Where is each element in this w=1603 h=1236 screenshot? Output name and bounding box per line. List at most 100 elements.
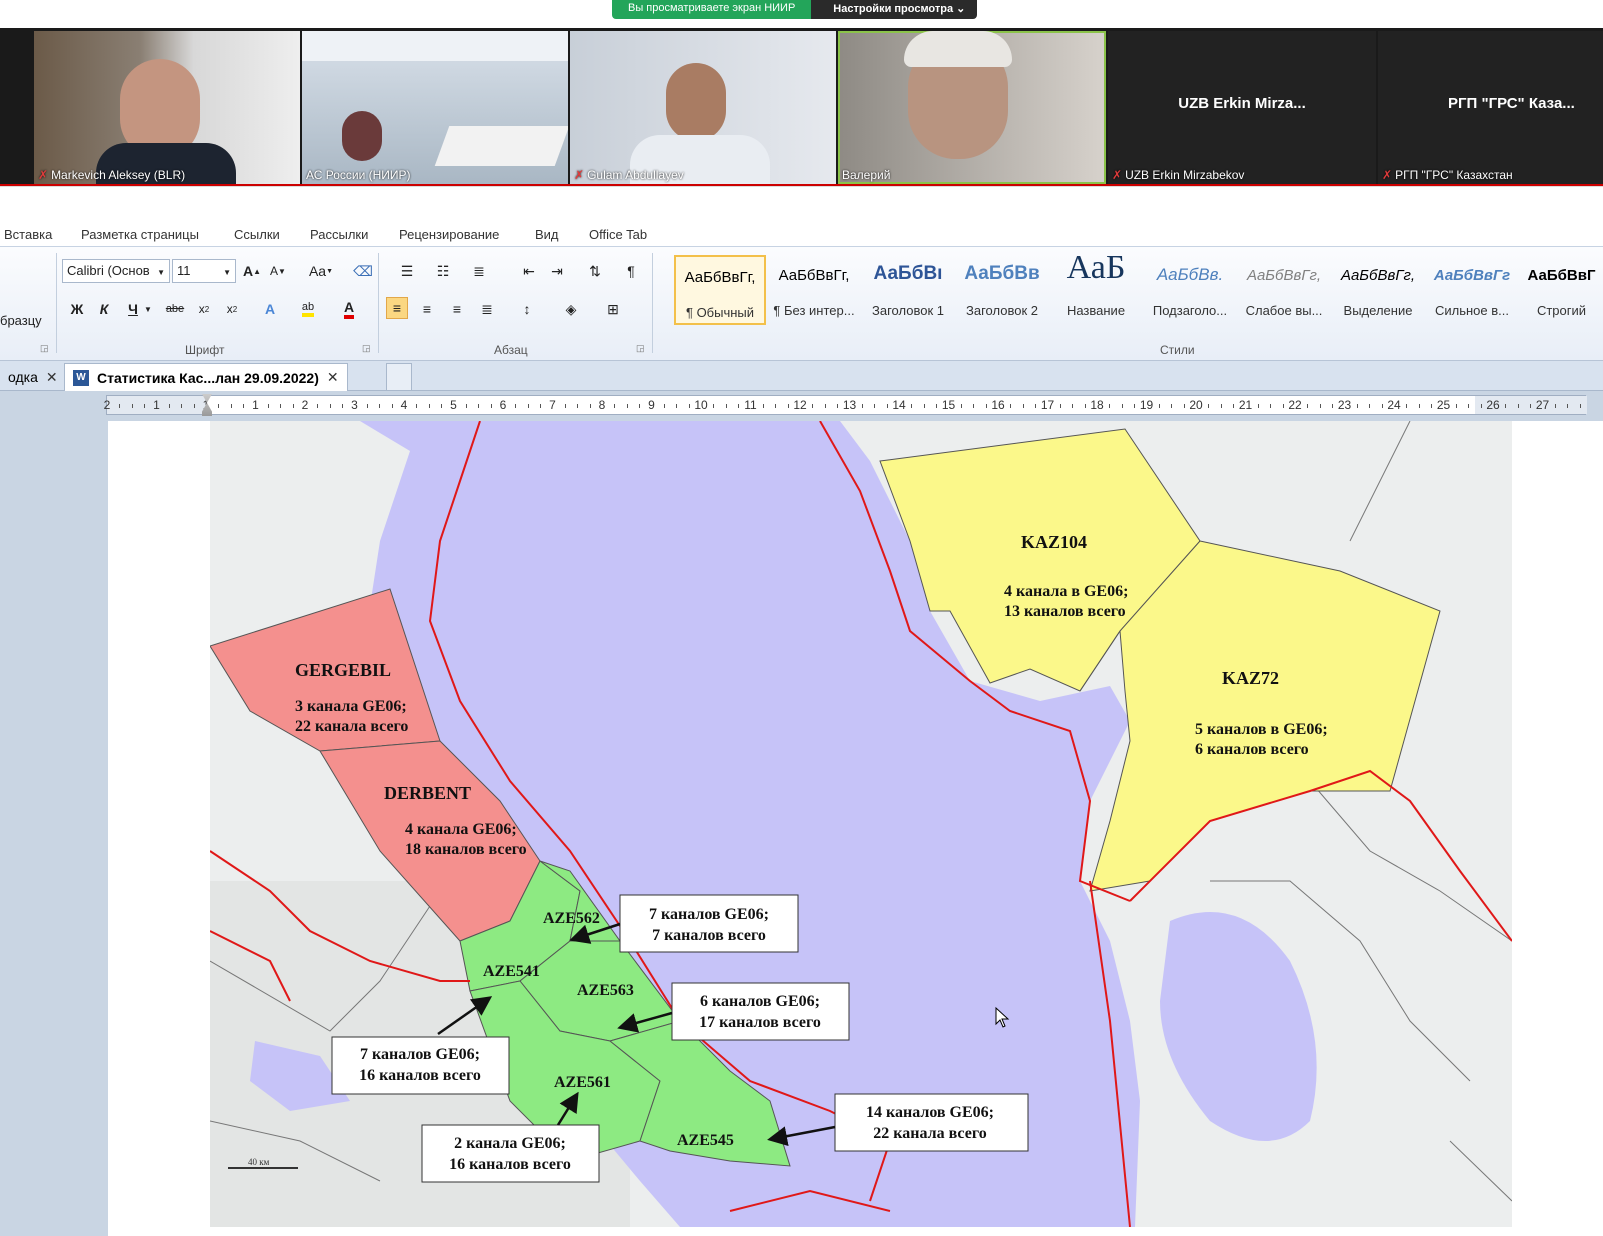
style-subtle-emphasis[interactable]: АаБбВвГг, Слабое вы... [1238,255,1330,325]
ruler-tick [193,404,195,408]
multilevel-list-icon[interactable]: ≣ [468,260,490,282]
style-heading-1[interactable]: АаБбВı Заголовок 1 [862,255,954,325]
ruler-tick [1356,404,1358,408]
ruler-tick [1517,404,1519,408]
ruler-tick [1035,404,1037,408]
tab-office-tab[interactable]: Office Tab [589,227,647,242]
close-icon[interactable]: ✕ [327,369,339,386]
ruler-tick [416,404,418,408]
shrink-font-icon[interactable]: A ▼ [267,260,289,282]
tab-insert[interactable]: Вставка [4,227,52,242]
dialog-launcher-icon[interactable]: ◲ [636,343,645,354]
numbering-icon[interactable]: ☷ [432,260,454,282]
tab-references[interactable]: Ссылки [234,227,280,242]
style-intense-emphasis[interactable]: АаБбВвГг Сильное в... [1426,255,1518,325]
ruler-number: 18 [1090,398,1104,412]
grow-font-icon[interactable]: A ▲ [241,260,263,282]
ruler-tick [1109,404,1111,408]
close-icon[interactable]: ✕ [46,369,58,386]
video-tile-active-speaker[interactable]: Валерий [838,31,1106,184]
style-title[interactable]: АаБ Название [1050,249,1142,325]
superscript-icon[interactable]: x2 [221,298,243,320]
ruler-tick [663,404,665,408]
participant-name: ✗ Gulam Abdullayev [574,168,684,182]
video-tile[interactable]: UZB Erkin Mirza... ✗ UZB Erkin Mirzabekov [1108,31,1376,184]
tab-mailings[interactable]: Рассылки [310,227,368,242]
ruler-tick [1369,404,1371,408]
video-tile[interactable]: АС России (НИИР) [302,31,568,184]
ruler-number: 8 [598,398,606,412]
ruler-tick [911,404,913,408]
ruler-tick [923,404,925,408]
ruler-tick [168,404,170,408]
shading-icon[interactable]: ◈ [560,298,582,320]
style-heading-2[interactable]: АаБбВв Заголовок 2 [956,255,1048,325]
subscript-icon[interactable]: x2 [193,298,215,320]
style-subtitle[interactable]: АаБбВв. Подзаголо... [1144,255,1236,325]
dialog-launcher-icon[interactable]: ◲ [40,343,49,354]
ruler-number: 16 [991,398,1005,412]
participant-name: ✗ РГП "ГРС" Казахстан [1382,168,1513,182]
align-center-icon[interactable]: ≡ [416,298,438,320]
ruler-tick [243,404,245,408]
ruler-number: 15 [941,398,956,412]
highlight-icon[interactable]: ab [297,298,319,320]
ruler-tick [713,404,715,408]
justify-icon[interactable]: ≣ [476,298,498,320]
sort-icon[interactable]: ⇅ [584,260,606,282]
style-strong[interactable]: АаБбВвГ Строгий [1520,255,1603,325]
ruler-tick [540,404,542,408]
font-size-select[interactable]: 11 ▼ [172,259,236,283]
ruler-number: 27 [1535,398,1550,412]
video-tile[interactable]: ✗ Gulam Abdullayev [570,31,836,184]
chevron-down-icon[interactable]: ▼ [142,298,154,320]
view-settings-button[interactable]: Настройки просмотра ⌄ [811,0,978,19]
aze562-label: AZE562 [543,910,600,927]
bullets-icon[interactable]: ☰ [396,260,418,282]
ruler-number: 22 [1288,398,1302,412]
doc-tab-inactive[interactable]: одка ✕ [0,363,66,391]
callout-562-l1: 7 каналов GE06; [649,906,769,923]
style-emphasis[interactable]: АаБбВвГг, Выделение [1332,255,1424,325]
video-tile[interactable]: РГП "ГРС" Каза... ✗ РГП "ГРС" Казахстан [1378,31,1603,184]
ruler-tick [725,404,727,408]
horizontal-ruler[interactable]: 2111234567891011121314151617181920212223… [104,394,1587,416]
tab-page-layout[interactable]: Разметка страницы [81,227,199,242]
dialog-launcher-icon[interactable]: ◲ [362,343,371,354]
ruler-number: 7 [549,398,556,412]
ruler-tick [428,404,430,408]
format-painter-label[interactable]: бразцу [0,313,42,328]
underline-icon[interactable]: Ч [122,298,144,320]
ruler-tick [1134,404,1136,408]
text-effects-icon[interactable]: A [259,298,281,320]
tab-review[interactable]: Рецензирование [399,227,499,242]
italic-icon[interactable]: К [93,298,115,320]
change-case-icon[interactable]: Aa ▼ [306,260,336,282]
strikethrough-icon[interactable]: abe [164,298,186,320]
decrease-indent-icon[interactable]: ⇤ [518,260,540,282]
participant-name: ✗ UZB Erkin Mirzabekov [1112,168,1245,182]
increase-indent-icon[interactable]: ⇥ [546,260,568,282]
style-normal[interactable]: АаБбВвГг, ¶ Обычный [674,255,766,325]
align-right-icon[interactable]: ≡ [446,298,468,320]
ruler-number: 9 [648,398,655,412]
ruler-tick [527,404,529,408]
line-spacing-icon[interactable]: ↕ [516,298,538,320]
tab-view[interactable]: Вид [535,227,559,242]
font-color-icon[interactable]: A [338,298,360,320]
pilcrow-icon[interactable]: ¶ [620,260,642,282]
ruler-tick [441,404,443,408]
ruler-tick [824,404,826,408]
font-name-select[interactable]: Calibri (Основ ▼ [62,259,170,283]
style-no-spacing[interactable]: АаБбВвГг, ¶ Без интер... [768,255,860,325]
bold-icon[interactable]: Ж [66,298,88,320]
clear-format-icon[interactable]: ⌫ [352,260,374,282]
doc-tab-active[interactable]: W Статистика Кас...лан 29.09.2022) ✕ [64,363,348,391]
video-tile[interactable]: ✗ Markevich Aleksey (BLR) [34,31,300,184]
borders-icon[interactable]: ⊞ [602,298,624,320]
ruler-number: 1 [153,398,160,412]
new-tab-icon[interactable] [386,363,412,391]
ruler-tick [1480,404,1482,408]
align-left-icon[interactable]: ≡ [386,297,408,319]
ruler-tick [1183,404,1185,408]
